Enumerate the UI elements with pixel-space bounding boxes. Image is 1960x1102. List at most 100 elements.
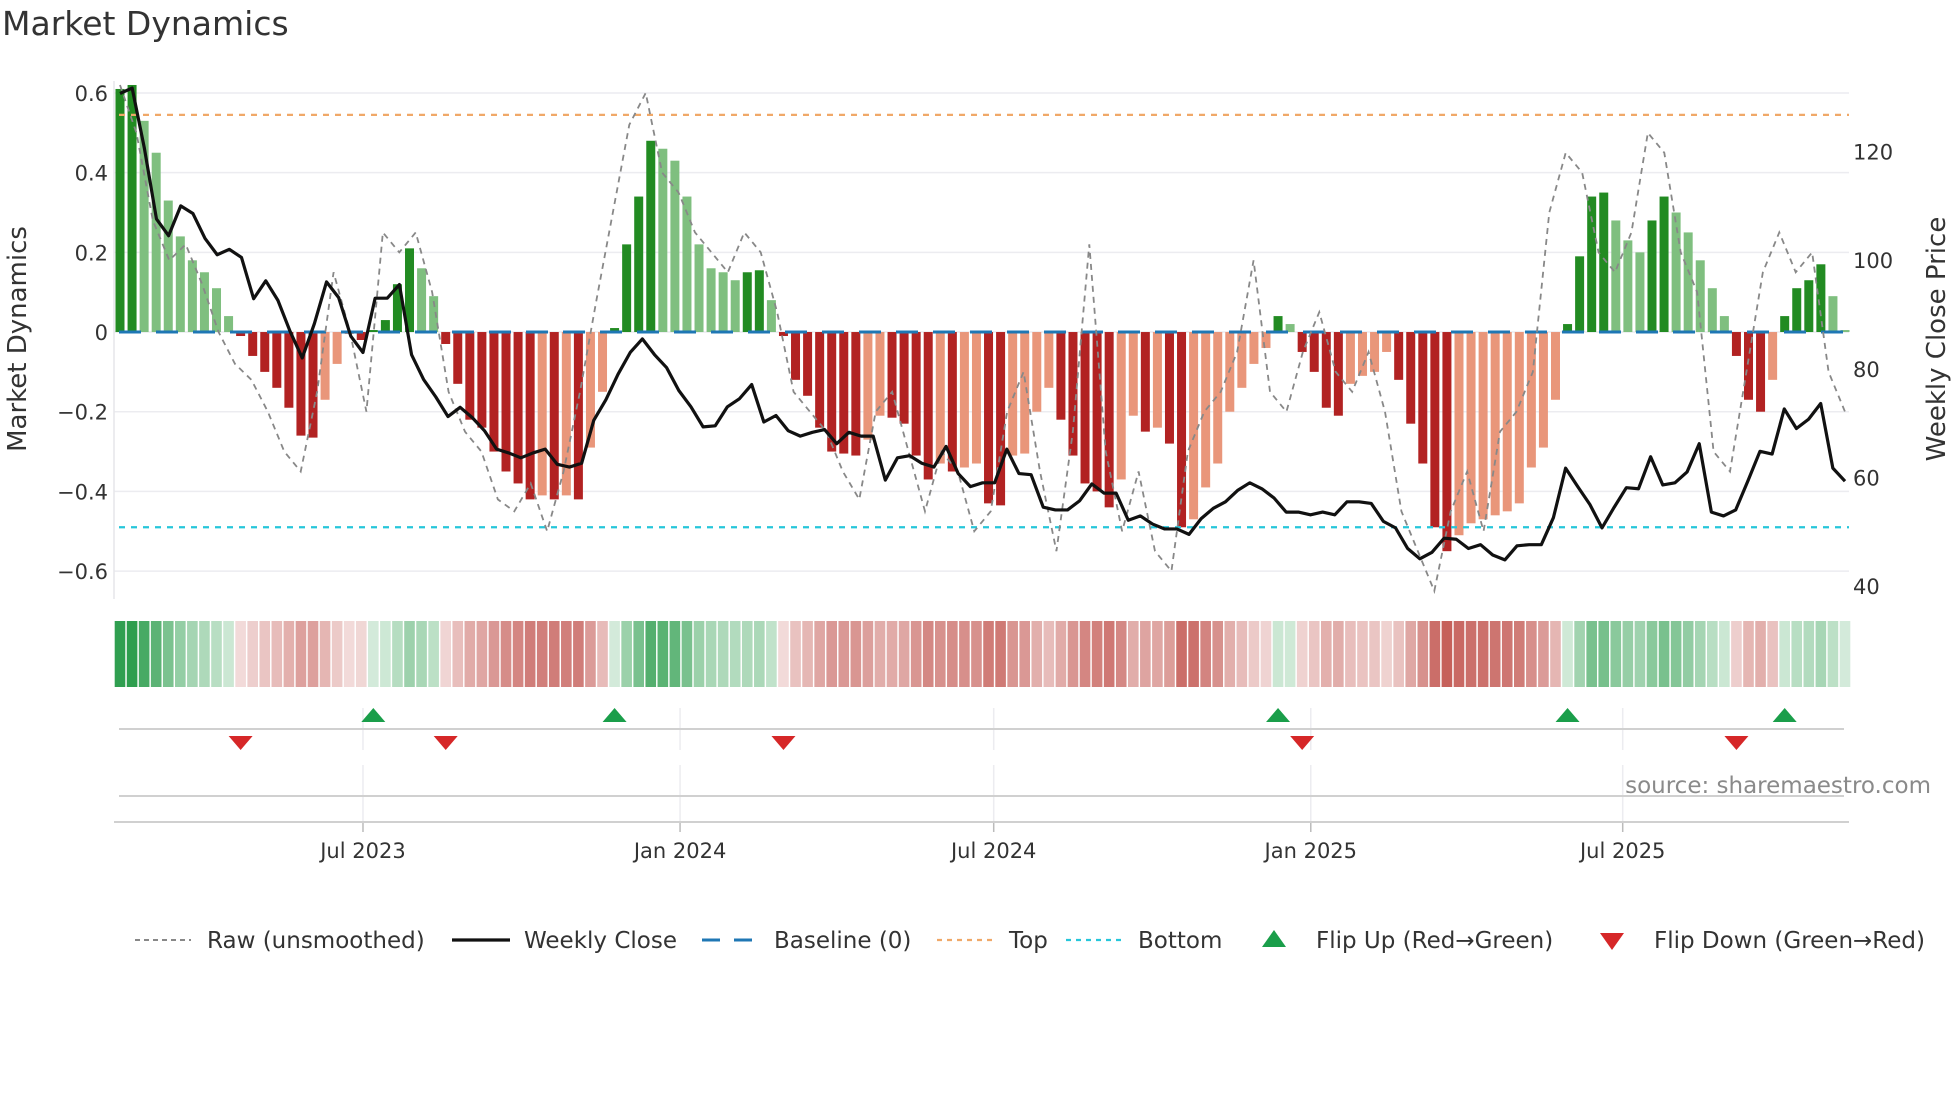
dynamics-bar	[1056, 332, 1066, 420]
regime-cell	[1393, 621, 1404, 687]
dynamics-bar	[1008, 332, 1018, 456]
regime-cell	[826, 621, 838, 687]
y-tick-label: 0.6	[75, 82, 108, 106]
dynamics-bar	[115, 88, 125, 333]
dynamics-bar	[1635, 252, 1645, 333]
regime-cell	[681, 621, 693, 687]
x-tick-label: Jan 2024	[632, 839, 727, 863]
regime-cell	[259, 621, 271, 687]
regime-cell	[295, 621, 307, 687]
regime-cell	[1803, 621, 1815, 687]
regime-cell	[1682, 621, 1694, 687]
dynamics-bar	[441, 332, 451, 344]
legend-label: Flip Down (Green→Red)	[1654, 928, 1925, 954]
regime-cell	[524, 621, 536, 687]
regime-cell	[380, 621, 391, 687]
regime-cell	[838, 621, 850, 687]
regime-cell	[452, 621, 464, 687]
regime-cell	[1176, 621, 1187, 687]
dynamics-bar	[1550, 332, 1560, 400]
regime-cell	[1320, 621, 1332, 687]
dynamics-bar	[1780, 316, 1790, 333]
regime-cell	[1127, 621, 1139, 687]
dynamics-bar	[549, 332, 559, 500]
regime-cell	[1272, 621, 1284, 687]
regime-cell	[271, 621, 283, 687]
dynamics-bar	[1309, 332, 1319, 372]
regime-cell	[319, 621, 331, 687]
dynamics-bar	[1731, 332, 1741, 356]
dynamics-bar	[1297, 332, 1307, 352]
regime-cell	[934, 621, 946, 687]
regime-cell	[536, 621, 548, 687]
regime-cell	[331, 621, 343, 687]
x-tick-label: Jan 2025	[1263, 839, 1358, 863]
y-tick-label: −0.6	[57, 560, 108, 584]
regime-cell	[585, 621, 596, 687]
regime-cell	[862, 621, 874, 687]
regime-cell	[1405, 621, 1417, 687]
dynamics-bar	[718, 272, 728, 333]
regime-cell	[898, 621, 910, 687]
dynamics-bar	[1406, 332, 1416, 424]
dynamics-bar	[730, 280, 740, 333]
dynamics-bar	[791, 332, 801, 380]
regime-cell	[886, 621, 898, 687]
dynamics-bar	[1152, 332, 1162, 428]
regime-cell	[971, 621, 982, 687]
regime-cell	[657, 621, 669, 687]
dynamics-bar	[224, 316, 234, 333]
dynamics-bar	[1345, 332, 1355, 384]
y2-tick-label: 100	[1853, 249, 1893, 273]
regime-cell	[1333, 621, 1344, 687]
regime-cell	[1658, 621, 1670, 687]
dynamics-bar	[863, 332, 873, 440]
regime-cell	[199, 621, 210, 687]
regime-cell	[1694, 621, 1706, 687]
dynamics-bar	[634, 196, 644, 333]
regime-cell	[1417, 621, 1429, 687]
dynamics-bar	[1538, 332, 1548, 448]
regime-cell	[959, 621, 970, 687]
regime-cell	[428, 621, 439, 687]
dynamics-bar	[971, 332, 981, 464]
regime-cell	[548, 621, 560, 687]
legend-label: Weekly Close	[524, 928, 677, 954]
regime-cell	[1622, 621, 1634, 687]
y2-tick-label: 60	[1853, 466, 1880, 490]
dynamics-bar	[1164, 332, 1174, 444]
x-tick-label: Jul 2023	[318, 839, 405, 863]
regime-cell	[910, 621, 922, 687]
regime-cell	[814, 621, 825, 687]
dynamics-bar	[646, 140, 656, 333]
dynamics-bar	[380, 320, 390, 333]
regime-cell	[343, 621, 355, 687]
regime-cell	[223, 621, 234, 687]
source-note: source: sharemaestro.com	[1625, 773, 1931, 799]
regime-cell	[488, 621, 500, 687]
y2-tick-label: 40	[1853, 575, 1880, 599]
regime-cell	[1670, 621, 1682, 687]
dynamics-bar	[537, 332, 547, 496]
dynamics-bar	[175, 236, 185, 333]
regime-cell	[404, 621, 415, 687]
regime-cell	[766, 621, 777, 687]
regime-cell	[1055, 621, 1067, 687]
regime-cell	[500, 621, 512, 687]
flip-up-marker	[602, 708, 627, 722]
regime-cell	[1634, 621, 1646, 687]
regime-cell	[1067, 621, 1079, 687]
dynamics-bar	[1804, 280, 1814, 333]
dynamics-bar	[1707, 288, 1717, 333]
regime-cell	[1248, 621, 1260, 687]
dynamics-bar	[1514, 332, 1524, 504]
regime-cell	[1465, 621, 1477, 687]
y-tick-label: −0.4	[57, 480, 108, 504]
regime-cell	[1369, 621, 1380, 687]
regime-cell	[1538, 621, 1549, 687]
regime-cell	[754, 621, 765, 687]
regime-cell	[1755, 621, 1766, 687]
dynamics-bar	[935, 332, 945, 464]
regime-cell	[1477, 621, 1489, 687]
regime-cell	[1646, 621, 1658, 687]
